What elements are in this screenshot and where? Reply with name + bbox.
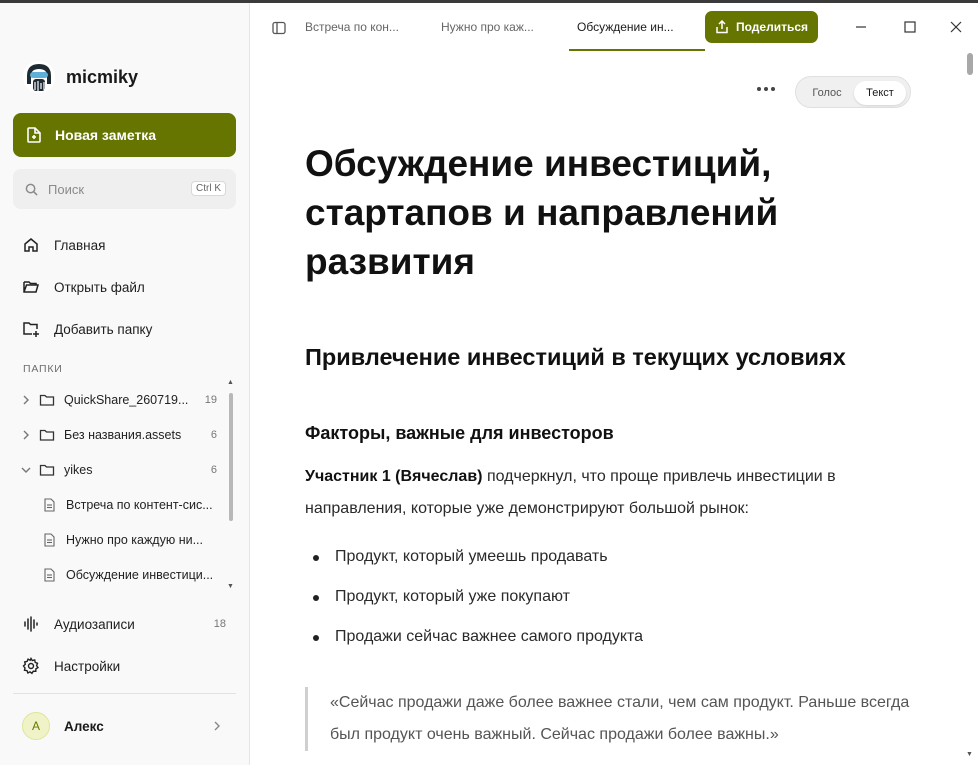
nav-audio-label: Аудиозаписи: [54, 616, 135, 632]
toggle-voice[interactable]: Голос: [804, 81, 850, 105]
tree-folder-yikes[interactable]: yikes 6: [0, 455, 226, 485]
nav-add-folder[interactable]: Добавить папку: [22, 317, 232, 341]
minimize-icon[interactable]: [854, 20, 868, 34]
tree-folder-label: Без названия.assets: [64, 428, 182, 442]
tree-document-label: Нужно про каждую ни...: [66, 533, 204, 547]
folder-tree: QuickShare_260719... 19 Без названия.ass…: [0, 381, 236, 593]
section-heading: Привлечение инвестиций в текущих условия…: [305, 344, 846, 370]
tree-scroll-down-arrow[interactable]: ▼: [227, 583, 234, 590]
tree-document[interactable]: Встреча по контент-сис...: [0, 490, 226, 520]
home-icon: [24, 238, 38, 252]
active-tab-indicator: [569, 49, 705, 51]
nav-settings[interactable]: Настройки: [22, 654, 232, 678]
tree-document[interactable]: Обсуждение инвестици...: [0, 560, 226, 590]
tab-meeting[interactable]: Встреча по кон...: [305, 20, 399, 34]
folder-icon: [39, 429, 55, 441]
tab-bar: Встреча по кон... Нужно про каж... Обсуж…: [251, 3, 978, 53]
tree-folder-label: QuickShare_260719...: [64, 393, 189, 407]
new-note-icon: [27, 127, 41, 143]
audio-waveform-icon: [24, 616, 38, 632]
brand: micmiky: [22, 60, 138, 94]
folder-plus-icon: [23, 322, 39, 337]
tree-folder-quickshare[interactable]: QuickShare_260719... 19: [0, 385, 226, 415]
sidebar-toggle-icon[interactable]: [271, 20, 287, 36]
folder-icon: [39, 394, 55, 406]
tree-folder-label: yikes: [64, 463, 93, 477]
tree-folder-count: 6: [210, 429, 217, 441]
document-scroll-down-arrow[interactable]: ▼: [966, 751, 973, 758]
share-button[interactable]: Поделиться: [705, 11, 818, 43]
nav-open-file-label: Открыть файл: [54, 279, 145, 295]
tree-document[interactable]: Нужно про каждую ни...: [0, 525, 226, 555]
paragraph: Участник 1 (Вячеслав) подчеркнул, что пр…: [305, 461, 915, 525]
user-profile[interactable]: А Алекс: [22, 711, 230, 741]
bullet-list: Продукт, который умеешь продавать Продук…: [305, 545, 905, 665]
tree-folder-count: 6: [210, 464, 217, 476]
tree-document-label: Обсуждение инвестици...: [66, 568, 214, 582]
brand-logo-icon: [23, 61, 55, 93]
nav-home[interactable]: Главная: [22, 233, 232, 257]
maximize-icon[interactable]: [903, 20, 917, 34]
search-shortcut: Ctrl K: [191, 181, 226, 196]
toggle-text[interactable]: Текст: [854, 81, 906, 105]
share-icon: [716, 20, 728, 34]
chevron-right-icon: [214, 721, 220, 731]
app-window: micmiky Новая заметка Ctrl K Главная: [0, 3, 978, 765]
avatar: А: [22, 712, 50, 740]
nav-open-file[interactable]: Открыть файл: [22, 275, 232, 299]
document-icon: [44, 568, 55, 582]
document-scrollbar[interactable]: [963, 53, 978, 765]
chevron-right-icon: [23, 395, 29, 405]
gear-icon: [22, 657, 40, 675]
nav-add-folder-label: Добавить папку: [54, 321, 153, 337]
sidebar: micmiky Новая заметка Ctrl K Главная: [0, 3, 250, 765]
document-view: Голос Текст Обсуждение инвестиций, старт…: [251, 53, 963, 765]
share-label: Поделиться: [735, 20, 809, 34]
nav-settings-label: Настройки: [54, 658, 121, 674]
tree-document-label: Встреча по контент-сис...: [66, 498, 213, 512]
chevron-down-icon: [21, 467, 31, 473]
document-icon: [44, 533, 55, 547]
page-title: Обсуждение инвестиций, стартапов и напра…: [305, 143, 779, 282]
search-icon: [25, 183, 38, 196]
user-name: Алекс: [64, 718, 104, 734]
new-note-button[interactable]: Новая заметка: [13, 113, 236, 157]
tree-scroll-up-arrow[interactable]: ▲: [227, 379, 234, 386]
list-item: Продукт, который уже покупают: [305, 585, 905, 625]
folders-section-label: ПАПКИ: [23, 363, 63, 375]
more-options-icon[interactable]: [755, 83, 777, 95]
tree-scrollbar-thumb[interactable]: [229, 393, 233, 521]
brand-name: micmiky: [66, 66, 139, 87]
view-mode-toggle: Голос Текст: [795, 76, 911, 108]
folder-icon: [39, 464, 55, 476]
quote-block: «Сейчас продажи даже более важнее стали,…: [305, 687, 925, 751]
subsection-heading: Факторы, важные для инвесторов: [305, 423, 614, 443]
close-icon[interactable]: [949, 20, 963, 34]
list-item: Продажи сейчас важнее самого продукта: [305, 625, 905, 665]
search-input[interactable]: [48, 181, 178, 197]
speaker-name: Участник 1 (Вячеслав): [305, 468, 483, 485]
document-scrollbar-thumb[interactable]: [967, 53, 973, 75]
nav-audio[interactable]: Аудиозаписи 18: [22, 612, 232, 636]
tree-folder-count: 19: [204, 394, 217, 406]
sidebar-divider: [13, 693, 236, 694]
tab-investments[interactable]: Обсуждение ин...: [577, 20, 674, 34]
list-item: Продукт, который умеешь продавать: [305, 545, 905, 585]
search-box[interactable]: Ctrl K: [13, 169, 236, 209]
new-note-label: Новая заметка: [55, 127, 157, 143]
document-icon: [44, 498, 55, 512]
chevron-right-icon: [23, 430, 29, 440]
tab-each-niche[interactable]: Нужно про каж...: [441, 20, 534, 34]
folder-open-icon: [23, 281, 39, 293]
nav-home-label: Главная: [54, 237, 106, 253]
nav-audio-count: 18: [213, 618, 226, 630]
tree-folder-untitled-assets[interactable]: Без названия.assets 6: [0, 420, 226, 450]
